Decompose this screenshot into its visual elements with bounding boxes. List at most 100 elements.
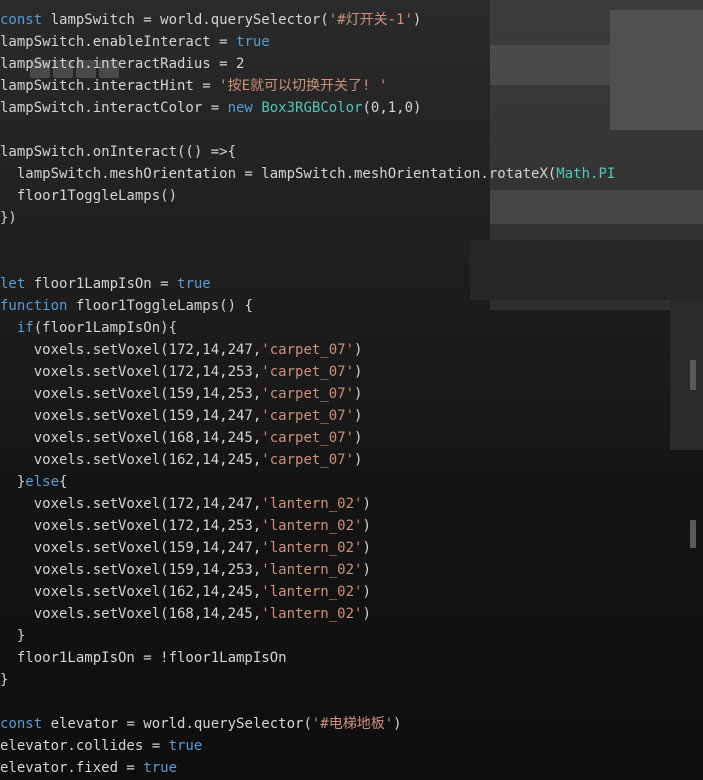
code-token: }	[0, 474, 26, 490]
code-line: voxels.setVoxel(172,14,253,'carpet_07')	[0, 361, 703, 383]
code-token: const	[0, 716, 43, 732]
code-token: elevator.collides =	[0, 738, 169, 754]
code-token: floor1ToggleLamps()	[0, 188, 178, 204]
code-token: )	[362, 562, 371, 578]
code-line: voxels.setVoxel(159,14,247,'carpet_07')	[0, 405, 703, 427]
code-line: let floor1LampIsOn = true	[0, 273, 703, 295]
code-line: elevator.collides = true	[0, 735, 703, 757]
code-line: elevator.fixed = true	[0, 757, 703, 779]
code-token: lampSwitch.interactHint =	[0, 78, 220, 94]
code-line: lampSwitch.meshOrientation = lampSwitch.…	[0, 163, 703, 185]
code-line: const lampSwitch = world.querySelector('…	[0, 9, 703, 31]
code-token: 'lantern_02'	[261, 496, 363, 512]
code-line: voxels.setVoxel(162,14,245,'carpet_07')	[0, 449, 703, 471]
code-line: voxels.setVoxel(159,14,253,'carpet_07')	[0, 383, 703, 405]
code-token: lampSwitch.interactRadius = 2	[0, 56, 245, 72]
code-token: else	[25, 474, 60, 490]
code-token: )	[354, 342, 363, 358]
code-token: lampSwitch.meshOrientation = lampSwitch.…	[0, 166, 557, 182]
code-token: voxels.setVoxel(159,14,253,	[0, 386, 262, 402]
code-token: voxels.setVoxel(172,14,253,	[0, 518, 262, 534]
code-token: )	[412, 12, 422, 28]
code-token: 'carpet_07'	[261, 386, 355, 402]
code-token: )	[354, 386, 363, 402]
code-token: true	[177, 276, 211, 292]
code-token: let	[0, 276, 26, 292]
code-line: voxels.setVoxel(172,14,253,'lantern_02')	[0, 515, 703, 537]
code-token: voxels.setVoxel(162,14,245,	[0, 452, 262, 468]
code-token: voxels.setVoxel(162,14,245,	[0, 584, 262, 600]
code-token: }	[0, 628, 26, 644]
code-line: lampSwitch.interactRadius = 2	[0, 53, 703, 75]
code-token: 'carpet_07'	[261, 430, 355, 446]
code-token: elevator = world.querySelector(	[42, 716, 312, 732]
code-token: 'lantern_02'	[261, 606, 363, 622]
code-line: voxels.setVoxel(168,14,245,'carpet_07')	[0, 427, 703, 449]
code-token: true	[143, 760, 178, 776]
code-line: lampSwitch.onInteract(() =>{	[0, 141, 703, 163]
code-token: )	[362, 606, 371, 622]
code-token: voxels.setVoxel(159,14,247,	[0, 408, 262, 424]
code-token: }	[0, 672, 9, 688]
code-token: if	[16, 320, 34, 336]
code-token: })	[0, 210, 17, 226]
code-token: '#电梯地板'	[311, 716, 394, 732]
code-token: true	[168, 738, 203, 754]
code-token: 'carpet_07'	[261, 364, 355, 380]
code-line: })	[0, 207, 703, 229]
code-token: )	[393, 716, 402, 732]
code-line: lampSwitch.interactColor = new Box3RGBCo…	[0, 97, 703, 119]
code-token: floor1ToggleLamps() {	[67, 298, 253, 314]
code-line: }	[0, 625, 703, 647]
code-line: const elevator = world.querySelector('#电…	[0, 713, 703, 735]
code-token: (floor1LampIsOn){	[33, 320, 178, 336]
code-token: )	[362, 540, 371, 556]
code-line: voxels.setVoxel(159,14,253,'lantern_02')	[0, 559, 703, 581]
code-token: )	[362, 584, 371, 600]
code-token: 'carpet_07'	[261, 452, 355, 468]
code-token: Math.PI	[556, 166, 616, 182]
code-line: if(floor1LampIsOn){	[0, 317, 703, 339]
code-token: )	[362, 496, 371, 512]
code-token: voxels.setVoxel(172,14,253,	[0, 364, 262, 380]
code-line: lampSwitch.enableInteract = true	[0, 31, 703, 53]
code-line: voxels.setVoxel(168,14,245,'lantern_02')	[0, 603, 703, 625]
code-token: new	[227, 100, 253, 116]
code-token: '按E就可以切换开关了! '	[219, 78, 388, 94]
code-token: floor1LampIsOn =	[25, 276, 178, 292]
code-token: Box3RGBColor	[261, 100, 363, 116]
code-token: )	[354, 430, 363, 446]
code-token: )	[362, 518, 371, 534]
code-line: lampSwitch.interactHint = '按E就可以切换开关了! '	[0, 75, 703, 97]
code-token: 'lantern_02'	[261, 540, 363, 556]
code-token: 'lantern_02'	[261, 584, 363, 600]
code-token: floor1LampIsOn = !floor1LampIsOn	[0, 650, 287, 666]
code-token: {	[59, 474, 68, 490]
code-editor[interactable]: const lampSwitch = world.querySelector( '…	[0, 9, 703, 779]
code-token: const	[0, 12, 43, 28]
code-token: voxels.setVoxel(159,14,247,	[0, 540, 262, 556]
code-token: )	[354, 364, 363, 380]
code-token: true	[236, 34, 270, 50]
code-line: floor1LampIsOn = !floor1LampIsOn	[0, 647, 703, 669]
code-line: floor1ToggleLamps()	[0, 185, 703, 207]
code-line: voxels.setVoxel(159,14,247,'lantern_02')	[0, 537, 703, 559]
code-token: (0,1,0)	[362, 100, 422, 116]
code-token: voxels.setVoxel(172,14,247,	[0, 496, 262, 512]
code-token: lampSwitch.enableInteract =	[0, 34, 237, 50]
code-token: voxels.setVoxel(172,14,247,	[0, 342, 262, 358]
code-token: voxels.setVoxel(168,14,245,	[0, 430, 262, 446]
code-token: 'lantern_02'	[261, 518, 363, 534]
code-token: 'carpet_07'	[261, 408, 355, 424]
code-token: voxels.setVoxel(168,14,245,	[0, 606, 262, 622]
code-token: )	[354, 408, 363, 424]
code-token: lampSwitch.onInteract(() =>{	[0, 144, 237, 160]
code-token: lampSwitch = world.querySelector(	[42, 12, 329, 28]
code-token: lampSwitch.interactColor =	[0, 100, 228, 116]
code-line: }else{	[0, 471, 703, 493]
